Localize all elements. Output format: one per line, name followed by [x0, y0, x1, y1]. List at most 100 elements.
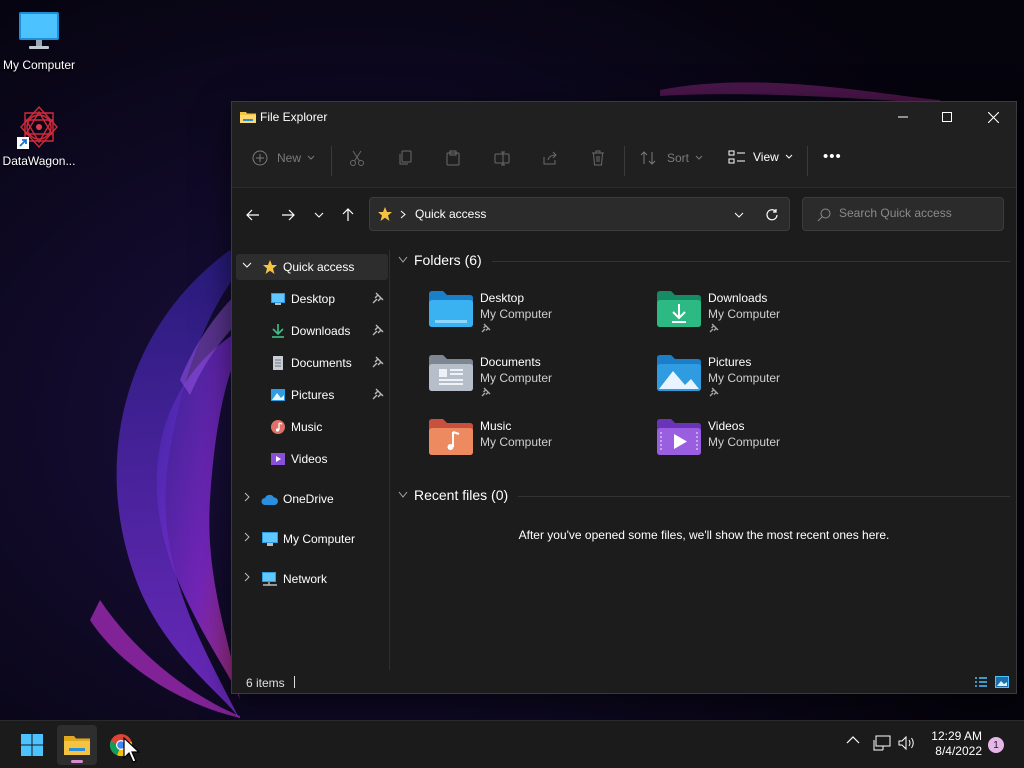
pin-icon [709, 387, 719, 397]
search-box[interactable] [802, 197, 1004, 231]
network-status-button[interactable] [873, 735, 891, 751]
star-icon [263, 260, 277, 274]
arrow-left-icon [246, 209, 259, 221]
videos-folder-icon [657, 419, 701, 455]
pin-icon[interactable] [372, 388, 384, 400]
more-options-button[interactable]: ••• [823, 148, 842, 165]
forward-button[interactable] [277, 204, 299, 226]
up-button[interactable] [337, 204, 359, 226]
desktop-icon-my-computer[interactable]: My Computer [0, 8, 78, 72]
sidebar-item-documents[interactable]: Documents [236, 350, 388, 376]
chevron-right-icon[interactable] [242, 532, 252, 542]
divider [492, 261, 1010, 262]
clock-time: 12:29 AM [931, 729, 982, 743]
window-title: File Explorer [260, 110, 328, 124]
start-button[interactable] [12, 725, 52, 765]
clock[interactable]: 12:29 AM 8/4/2022 [922, 729, 982, 759]
address-bar[interactable]: Quick access [369, 197, 790, 231]
recent-files-empty-message: After you've opened some files, we'll sh… [518, 528, 890, 542]
document-icon [273, 356, 283, 370]
file-explorer-icon [64, 736, 90, 755]
monitor-icon [262, 532, 278, 546]
folder-name: Pictures [708, 355, 752, 369]
delete-button[interactable] [590, 150, 606, 166]
navigation-bar: Quick access [232, 188, 1016, 240]
recent-locations-button[interactable] [308, 204, 330, 226]
folder-tile-downloads[interactable]: Downloads My Computer [657, 287, 877, 343]
folder-name: Videos [708, 419, 745, 433]
sidebar-item-music[interactable]: Music [236, 414, 388, 440]
folder-tile-music[interactable]: Music My Computer [429, 415, 649, 471]
navigation-pane: Quick access Desktop Downloads Documents… [232, 250, 390, 670]
divider [331, 146, 332, 176]
taskbar: 12:29 AM 8/4/2022 1 [0, 720, 1024, 768]
pin-icon[interactable] [372, 324, 384, 336]
sidebar-item-quick-access[interactable]: Quick access [236, 254, 388, 280]
divider [624, 146, 625, 176]
folder-tile-pictures[interactable]: Pictures My Computer [657, 351, 877, 407]
new-label: New [277, 151, 302, 165]
folders-section-header[interactable]: Folders (6) [398, 252, 482, 268]
desktop-icon-datawagon[interactable]: DataWagon... [0, 104, 78, 168]
large-icons-view-icon[interactable] [995, 676, 1009, 688]
sidebar-item-videos[interactable]: Videos [236, 446, 388, 472]
content-pane: Folders (6) Desktop My Computer Download… [392, 242, 1016, 672]
chevron-down-icon [307, 155, 315, 160]
notification-badge[interactable]: 1 [988, 737, 1004, 753]
new-button[interactable]: New [252, 150, 315, 166]
folder-tile-videos[interactable]: Videos My Computer [657, 415, 877, 471]
show-hidden-icons-button[interactable] [846, 735, 860, 745]
view-button[interactable]: View [728, 150, 793, 164]
recent-files-section-header[interactable]: Recent files (0) [398, 487, 508, 503]
chevron-down-icon[interactable] [242, 260, 252, 270]
network-icon [873, 735, 891, 751]
rename-button[interactable] [494, 150, 510, 166]
volume-button[interactable] [898, 735, 916, 751]
maximize-button[interactable] [924, 102, 970, 132]
star-icon [378, 207, 392, 221]
sidebar-item-network[interactable]: Network [236, 566, 388, 592]
item-count: 6 items [246, 676, 285, 690]
arrow-right-icon [282, 209, 295, 221]
taskbar-file-explorer-button[interactable] [57, 725, 97, 765]
divider [294, 676, 295, 688]
sidebar-item-desktop[interactable]: Desktop [236, 286, 388, 312]
search-input[interactable] [839, 206, 989, 220]
folder-tile-documents[interactable]: Documents My Computer [429, 351, 649, 407]
sort-button[interactable]: Sort [640, 150, 703, 166]
file-explorer-window: File Explorer New Sort View ••• Quick ac… [231, 101, 1017, 694]
folder-location: My Computer [480, 307, 553, 321]
folder-location: My Computer [708, 371, 781, 385]
maximize-icon [942, 112, 952, 122]
folder-location: My Computer [480, 371, 553, 385]
title-bar[interactable]: File Explorer [232, 102, 1016, 132]
sidebar-item-downloads[interactable]: Downloads [236, 318, 388, 344]
chevron-down-icon [314, 212, 324, 218]
folder-tile-desktop[interactable]: Desktop My Computer [429, 287, 649, 343]
back-button[interactable] [242, 204, 264, 226]
refresh-icon[interactable] [765, 208, 779, 222]
address-crumb[interactable]: Quick access [415, 207, 486, 221]
chevron-down-icon [785, 154, 793, 159]
minimize-button[interactable] [880, 102, 926, 132]
chevron-right-icon[interactable] [242, 572, 252, 582]
paste-button[interactable] [445, 150, 461, 166]
mouse-cursor-icon [123, 737, 141, 763]
sidebar-item-onedrive[interactable]: OneDrive [236, 486, 388, 512]
sidebar-item-label: OneDrive [283, 492, 334, 506]
chevron-down-icon[interactable] [734, 212, 744, 219]
cut-button[interactable] [349, 150, 365, 166]
pin-icon[interactable] [372, 292, 384, 304]
pin-icon[interactable] [372, 356, 384, 368]
arrow-up-icon [342, 208, 354, 221]
folder-location: My Computer [708, 435, 781, 449]
chevron-right-icon[interactable] [242, 492, 252, 502]
share-button[interactable] [542, 150, 558, 166]
chevron-down-icon [398, 491, 408, 498]
sidebar-item-my-computer[interactable]: My Computer [236, 526, 388, 552]
details-view-icon[interactable] [974, 676, 988, 688]
windows-start-icon [21, 734, 43, 756]
close-button[interactable] [970, 102, 1016, 132]
copy-button[interactable] [398, 150, 414, 166]
sidebar-item-pictures[interactable]: Pictures [236, 382, 388, 408]
